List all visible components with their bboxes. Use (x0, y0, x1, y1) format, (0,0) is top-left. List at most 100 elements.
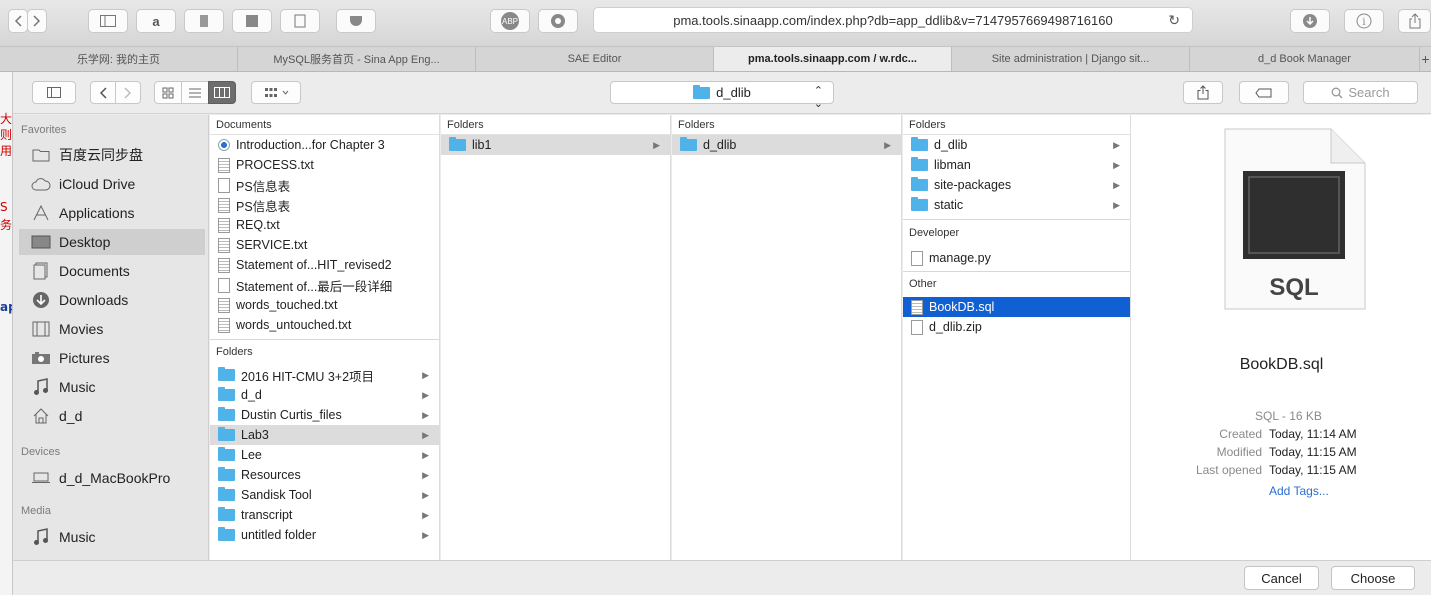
instapaper-button[interactable] (232, 9, 272, 33)
sidebar-item-label: Desktop (59, 234, 111, 250)
file-row[interactable]: Statement of...最后一段详细 (210, 275, 439, 295)
grid-icon (162, 87, 174, 98)
folder-row[interactable]: Lee ▶ (210, 445, 439, 465)
svg-text:i: i (1362, 17, 1365, 28)
pocket-save-button[interactable] (336, 9, 376, 33)
arrange-button[interactable] (251, 81, 301, 104)
sidebar-item-home[interactable]: d_d (19, 403, 205, 429)
column-view-button[interactable] (208, 81, 236, 104)
sidebar-item-media-music[interactable]: Music (19, 524, 205, 550)
back-button[interactable] (8, 9, 28, 33)
file-row[interactable]: words_untouched.txt (210, 315, 439, 335)
folder-name: Resources (241, 468, 301, 482)
tag-icon (1255, 88, 1272, 97)
sidebar-item-baiduyun[interactable]: 百度云同步盘 (19, 142, 205, 168)
disclosure-arrow-icon: ▶ (422, 389, 429, 400)
file-row[interactable]: words_touched.txt (210, 295, 439, 315)
folder-row[interactable]: untitled folder ▶ (210, 525, 439, 545)
forward-button[interactable] (27, 9, 47, 33)
file-row[interactable]: SERVICE.txt (210, 235, 439, 255)
file-row[interactable]: PS信息表 (210, 195, 439, 215)
list-view-button[interactable] (181, 81, 209, 104)
info-icon: i (1356, 13, 1372, 29)
folder-name: Lee (241, 448, 262, 462)
document-icon (218, 177, 230, 193)
path-popup[interactable]: d_dlib ⌃ ⌄ (610, 81, 834, 110)
folder-row[interactable]: d_dlib ▶ (672, 135, 901, 155)
devices-heading: Devices (21, 446, 61, 458)
forward-button[interactable] (115, 81, 141, 104)
choose-button[interactable]: Choose (1331, 566, 1415, 590)
folder-row[interactable]: lib1 ▶ (441, 135, 670, 155)
tab-pma[interactable]: pma.tools.sinaapp.com / w.rdc... (714, 47, 952, 71)
reader-button[interactable] (184, 9, 224, 33)
folder-row[interactable]: static ▶ (903, 195, 1130, 215)
folder-row[interactable]: Sandisk Tool ▶ (210, 485, 439, 505)
folder-row[interactable]: site-packages ▶ (903, 175, 1130, 195)
folder-row[interactable]: Dustin Curtis_files ▶ (210, 405, 439, 425)
icon-label: SQL (1269, 274, 1318, 301)
file-name: BookDB.sql (929, 300, 995, 314)
file-row[interactable]: PROCESS.txt (210, 155, 439, 175)
file-row[interactable]: PS信息表 (210, 175, 439, 195)
sidebar-item-music[interactable]: Music (19, 374, 205, 400)
disclosure-arrow-icon: ▶ (653, 139, 660, 150)
folder-row[interactable]: d_d ▶ (210, 385, 439, 405)
share-button[interactable] (1398, 9, 1431, 33)
file-row[interactable]: REQ.txt (210, 215, 439, 235)
icon-view-button[interactable] (154, 81, 182, 104)
folder-row[interactable]: Lab3 ▶ (210, 425, 439, 445)
tab-sae-editor[interactable]: SAE Editor (476, 47, 714, 71)
adblock-button[interactable]: ABP (490, 9, 530, 33)
sidebar-item-applications[interactable]: Applications (19, 200, 205, 226)
sidebar-item-icloud-drive[interactable]: iCloud Drive (19, 171, 205, 197)
tab-book-manager[interactable]: d_d Book Manager (1190, 47, 1420, 71)
tags-button[interactable] (1239, 81, 1289, 104)
address-bar[interactable]: pma.tools.sinaapp.com/index.php?db=app_d… (593, 7, 1193, 33)
tab-mysql[interactable]: MySQL服务首页 - Sina App Eng... (238, 47, 476, 71)
file-row-selected[interactable]: BookDB.sql (903, 297, 1130, 317)
file-row[interactable]: d_dlib.zip (903, 317, 1130, 337)
documents-icon (31, 262, 51, 280)
folder-row[interactable]: 2016 HIT-CMU 3+2项目 ▶ (210, 365, 439, 385)
folder-row[interactable]: Resources ▶ (210, 465, 439, 485)
search-placeholder: Search (1348, 85, 1390, 100)
file-row[interactable]: manage.py (903, 248, 1130, 268)
sidebar-toggle-button[interactable] (88, 9, 128, 33)
sidebar-item-label: 百度云同步盘 (59, 147, 143, 163)
folder-row[interactable]: libman ▶ (903, 155, 1130, 175)
sidebar-toggle-button[interactable] (32, 81, 76, 104)
cancel-button[interactable]: Cancel (1244, 566, 1319, 590)
share-button[interactable] (1183, 81, 1223, 104)
tab-lexue[interactable]: 乐学网: 我的主页 (0, 47, 238, 71)
file-row[interactable]: Statement of...HIT_revised2 (210, 255, 439, 275)
disclosure-arrow-icon: ▶ (1113, 199, 1120, 210)
pocket-save-icon (350, 16, 362, 26)
reload-icon[interactable]: ↻ (1168, 12, 1180, 29)
folder-row[interactable]: d_dlib ▶ (903, 135, 1130, 155)
developer-heading: Developer (909, 227, 960, 239)
text-file-icon (218, 317, 230, 333)
search-input[interactable]: Search (1303, 81, 1418, 104)
folder-icon (218, 507, 235, 521)
amazon-button[interactable]: a (136, 9, 176, 33)
add-tags-link[interactable]: Add Tags... (1269, 484, 1329, 498)
file-row[interactable]: Introduction...for Chapter 3 (210, 135, 439, 155)
sidebar-item-desktop[interactable]: Desktop (19, 229, 205, 255)
sidebar-item-pictures[interactable]: Pictures (19, 345, 205, 371)
sql-file-icon (911, 299, 923, 315)
extension-button[interactable] (538, 9, 578, 33)
sidebar-item-macbook[interactable]: d_d_MacBookPro (19, 465, 205, 491)
sidebar-item-label: iCloud Drive (59, 176, 136, 192)
sidebar-item-downloads[interactable]: Downloads (19, 287, 205, 313)
browser-column-4: Folders d_dlib ▶ libman ▶ site-packages ▶ s… (903, 115, 1131, 560)
tab-django-admin[interactable]: Site administration | Django sit... (952, 47, 1190, 71)
sidebar-item-documents[interactable]: Documents (19, 258, 205, 284)
sidebar-item-movies[interactable]: Movies (19, 316, 205, 342)
downloads-button[interactable] (1290, 9, 1330, 33)
share-extension-button[interactable] (280, 9, 320, 33)
info-button[interactable]: i (1344, 9, 1384, 33)
folder-row[interactable]: transcript ▶ (210, 505, 439, 525)
back-button[interactable] (90, 81, 116, 104)
new-tab-button[interactable]: + (1420, 47, 1431, 71)
